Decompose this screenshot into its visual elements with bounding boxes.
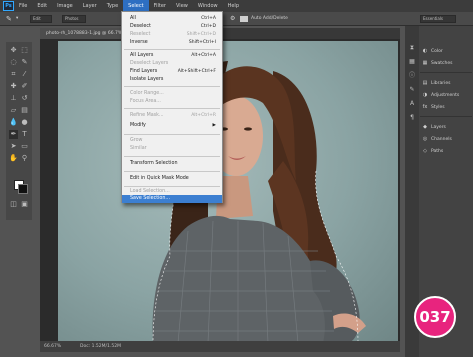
panel-adjustments[interactable]: ◑ Adjustments: [422, 90, 472, 100]
menu-item-deselect[interactable]: Deselect Ctrl+D: [122, 23, 222, 31]
menu-bar: Ps File Edit Image Layer Type Select Fil…: [0, 0, 473, 12]
panel-color[interactable]: ◐ Color: [422, 46, 472, 56]
doc-info: Doc: 1.52M/1.52M: [80, 344, 121, 349]
clone-stamp-tool-icon[interactable]: ⊥: [9, 94, 18, 103]
pen-tool-icon[interactable]: ✎: [6, 15, 12, 23]
menu-item-deselect-layers[interactable]: Deselect Layers: [122, 60, 222, 68]
menu-separator: [124, 134, 220, 135]
blur-tool-icon[interactable]: 💧: [9, 118, 18, 127]
menu-type[interactable]: Type: [102, 0, 123, 12]
libraries-icon: ▤: [422, 80, 428, 86]
paths-icon: ◇: [423, 148, 427, 154]
menu-layer[interactable]: Layer: [78, 0, 102, 12]
menu-item-reselect[interactable]: Reselect Shift+Ctrl+D: [122, 31, 222, 39]
panel-paths[interactable]: ◇ Paths: [422, 146, 472, 156]
menu-item-inverse[interactable]: Inverse Shift+Ctrl+I: [122, 39, 222, 47]
eraser-tool-icon[interactable]: ▱: [9, 106, 18, 115]
menu-item-find-layers[interactable]: Find Layers Alt+Shift+Ctrl+F: [122, 68, 222, 76]
gear-icon[interactable]: ⚙: [230, 15, 235, 23]
menu-item-focus-area[interactable]: Focus Area...: [122, 98, 222, 106]
lasso-tool-icon[interactable]: ◌: [9, 58, 18, 67]
panel-libraries[interactable]: ▤ Libraries: [422, 78, 472, 88]
menu-item-quick-mask[interactable]: Edit in Quick Mask Mode: [122, 175, 222, 183]
options-bar: ✎ ▾ Edit Photos ⚙ Auto Add/Delete Essent…: [0, 12, 473, 26]
menu-image[interactable]: Image: [52, 0, 78, 12]
color-icon: ◐: [422, 48, 428, 54]
info-icon[interactable]: ⓘ: [408, 72, 416, 80]
menu-item-transform-selection[interactable]: Transform Selection: [122, 160, 222, 168]
menu-item-refine-mask[interactable]: Refine Mask... Alt+Ctrl+R: [122, 112, 222, 120]
menu-separator: [124, 86, 220, 87]
panel-swatches[interactable]: ▦ Swatches: [422, 58, 472, 68]
menu-item-similar[interactable]: Similar: [122, 145, 222, 153]
menu-item-all-layers[interactable]: All Layers Alt+Ctrl+A: [122, 52, 222, 60]
styles-icon: fx: [422, 104, 428, 110]
page-number-badge: 037: [414, 296, 456, 338]
marquee-tool-icon[interactable]: ⬚: [20, 46, 29, 55]
brush-tool-icon[interactable]: ✐: [20, 82, 29, 91]
gradient-tool-icon[interactable]: ▤: [20, 106, 29, 115]
screen-mode-icon[interactable]: ▣: [20, 200, 29, 209]
zoom-tool-icon[interactable]: ⚲: [20, 154, 29, 163]
shape-tool-icon[interactable]: ▭: [20, 142, 29, 151]
woman-portrait-image: [152, 61, 366, 341]
quick-mask-icon[interactable]: ◫: [9, 200, 18, 209]
photoshop-logo: Ps: [3, 1, 14, 11]
paragraph-icon[interactable]: ¶: [408, 114, 416, 122]
menu-separator: [124, 49, 220, 50]
menu-item-color-range[interactable]: Color Range...: [122, 90, 222, 98]
zoom-readout[interactable]: 66.67%: [44, 341, 61, 352]
menu-item-save-selection[interactable]: Save Selection...: [122, 195, 222, 203]
menu-item-isolate-layers[interactable]: Isolate Layers: [122, 76, 222, 84]
mode2-select[interactable]: Photos: [62, 15, 86, 23]
panel-layers[interactable]: ◆ Layers: [422, 122, 472, 132]
panel-channels[interactable]: ◎ Channels: [422, 134, 472, 144]
layers-icon: ◆: [423, 124, 427, 130]
tools-panel: ✥ ⬚ ◌ ✎ ⌗ ⁄ ✚ ✐ ⊥ ↺ ▱ ▤ 💧 ● ✒ T ➤ ▭ ✋ ⚲ …: [6, 42, 32, 220]
auto-add-checkbox[interactable]: [240, 16, 248, 22]
photo-canvas[interactable]: [58, 41, 398, 341]
panel-styles[interactable]: fx Styles: [422, 102, 472, 112]
background-color-swatch[interactable]: [18, 184, 28, 194]
character-icon[interactable]: A: [408, 100, 416, 108]
crop-tool-icon[interactable]: ⌗: [9, 70, 18, 79]
history-icon[interactable]: ⧗: [408, 44, 416, 52]
panel-divider: [420, 116, 472, 117]
auto-add-label: Auto Add/Delete: [251, 16, 288, 21]
menu-separator: [124, 171, 220, 172]
healing-brush-tool-icon[interactable]: ✚: [9, 82, 18, 91]
menu-edit[interactable]: Edit: [32, 0, 52, 12]
menu-item-grow[interactable]: Grow: [122, 137, 222, 145]
swatches-icon: ▦: [422, 60, 428, 66]
document-tab[interactable]: photo-rh_1078883-1.jpg @ 66.7% ...: [40, 28, 134, 39]
pen-tool-icon[interactable]: ✒: [9, 130, 18, 139]
tool-preset-chevron-icon[interactable]: ▾: [16, 15, 18, 23]
hand-tool-icon[interactable]: ✋: [9, 154, 18, 163]
adjustments-icon: ◑: [422, 92, 428, 98]
dodge-tool-icon[interactable]: ●: [20, 118, 29, 127]
menu-separator: [124, 108, 220, 109]
status-bar: 66.67% Doc: 1.52M/1.52M: [40, 341, 400, 352]
history-brush-tool-icon[interactable]: ↺: [20, 94, 29, 103]
menu-item-modify[interactable]: Modify ▶: [122, 122, 222, 130]
select-menu-dropdown: All Ctrl+A Deselect Ctrl+D Reselect Shift+C…: [121, 11, 223, 203]
quick-select-tool-icon[interactable]: ✎: [20, 58, 29, 67]
workspace-select[interactable]: Essentials: [420, 15, 456, 23]
eyedropper-tool-icon[interactable]: ⁄: [20, 70, 29, 79]
menu-item-all[interactable]: All Ctrl+A: [122, 15, 222, 23]
type-tool-icon[interactable]: T: [20, 130, 29, 139]
brush-panel-icon[interactable]: ✎: [408, 86, 416, 94]
properties-icon[interactable]: ▦: [408, 58, 416, 66]
submenu-arrow-icon: ▶: [212, 123, 216, 128]
menu-file[interactable]: File: [14, 0, 32, 12]
panel-divider: [420, 72, 472, 73]
mode-select[interactable]: Edit: [30, 15, 52, 23]
channels-icon: ◎: [422, 136, 428, 142]
menu-separator: [124, 186, 220, 187]
path-select-tool-icon[interactable]: ➤: [9, 142, 18, 151]
move-tool-icon[interactable]: ✥: [9, 46, 18, 55]
menu-help[interactable]: Help: [223, 0, 244, 12]
menu-separator: [124, 156, 220, 157]
